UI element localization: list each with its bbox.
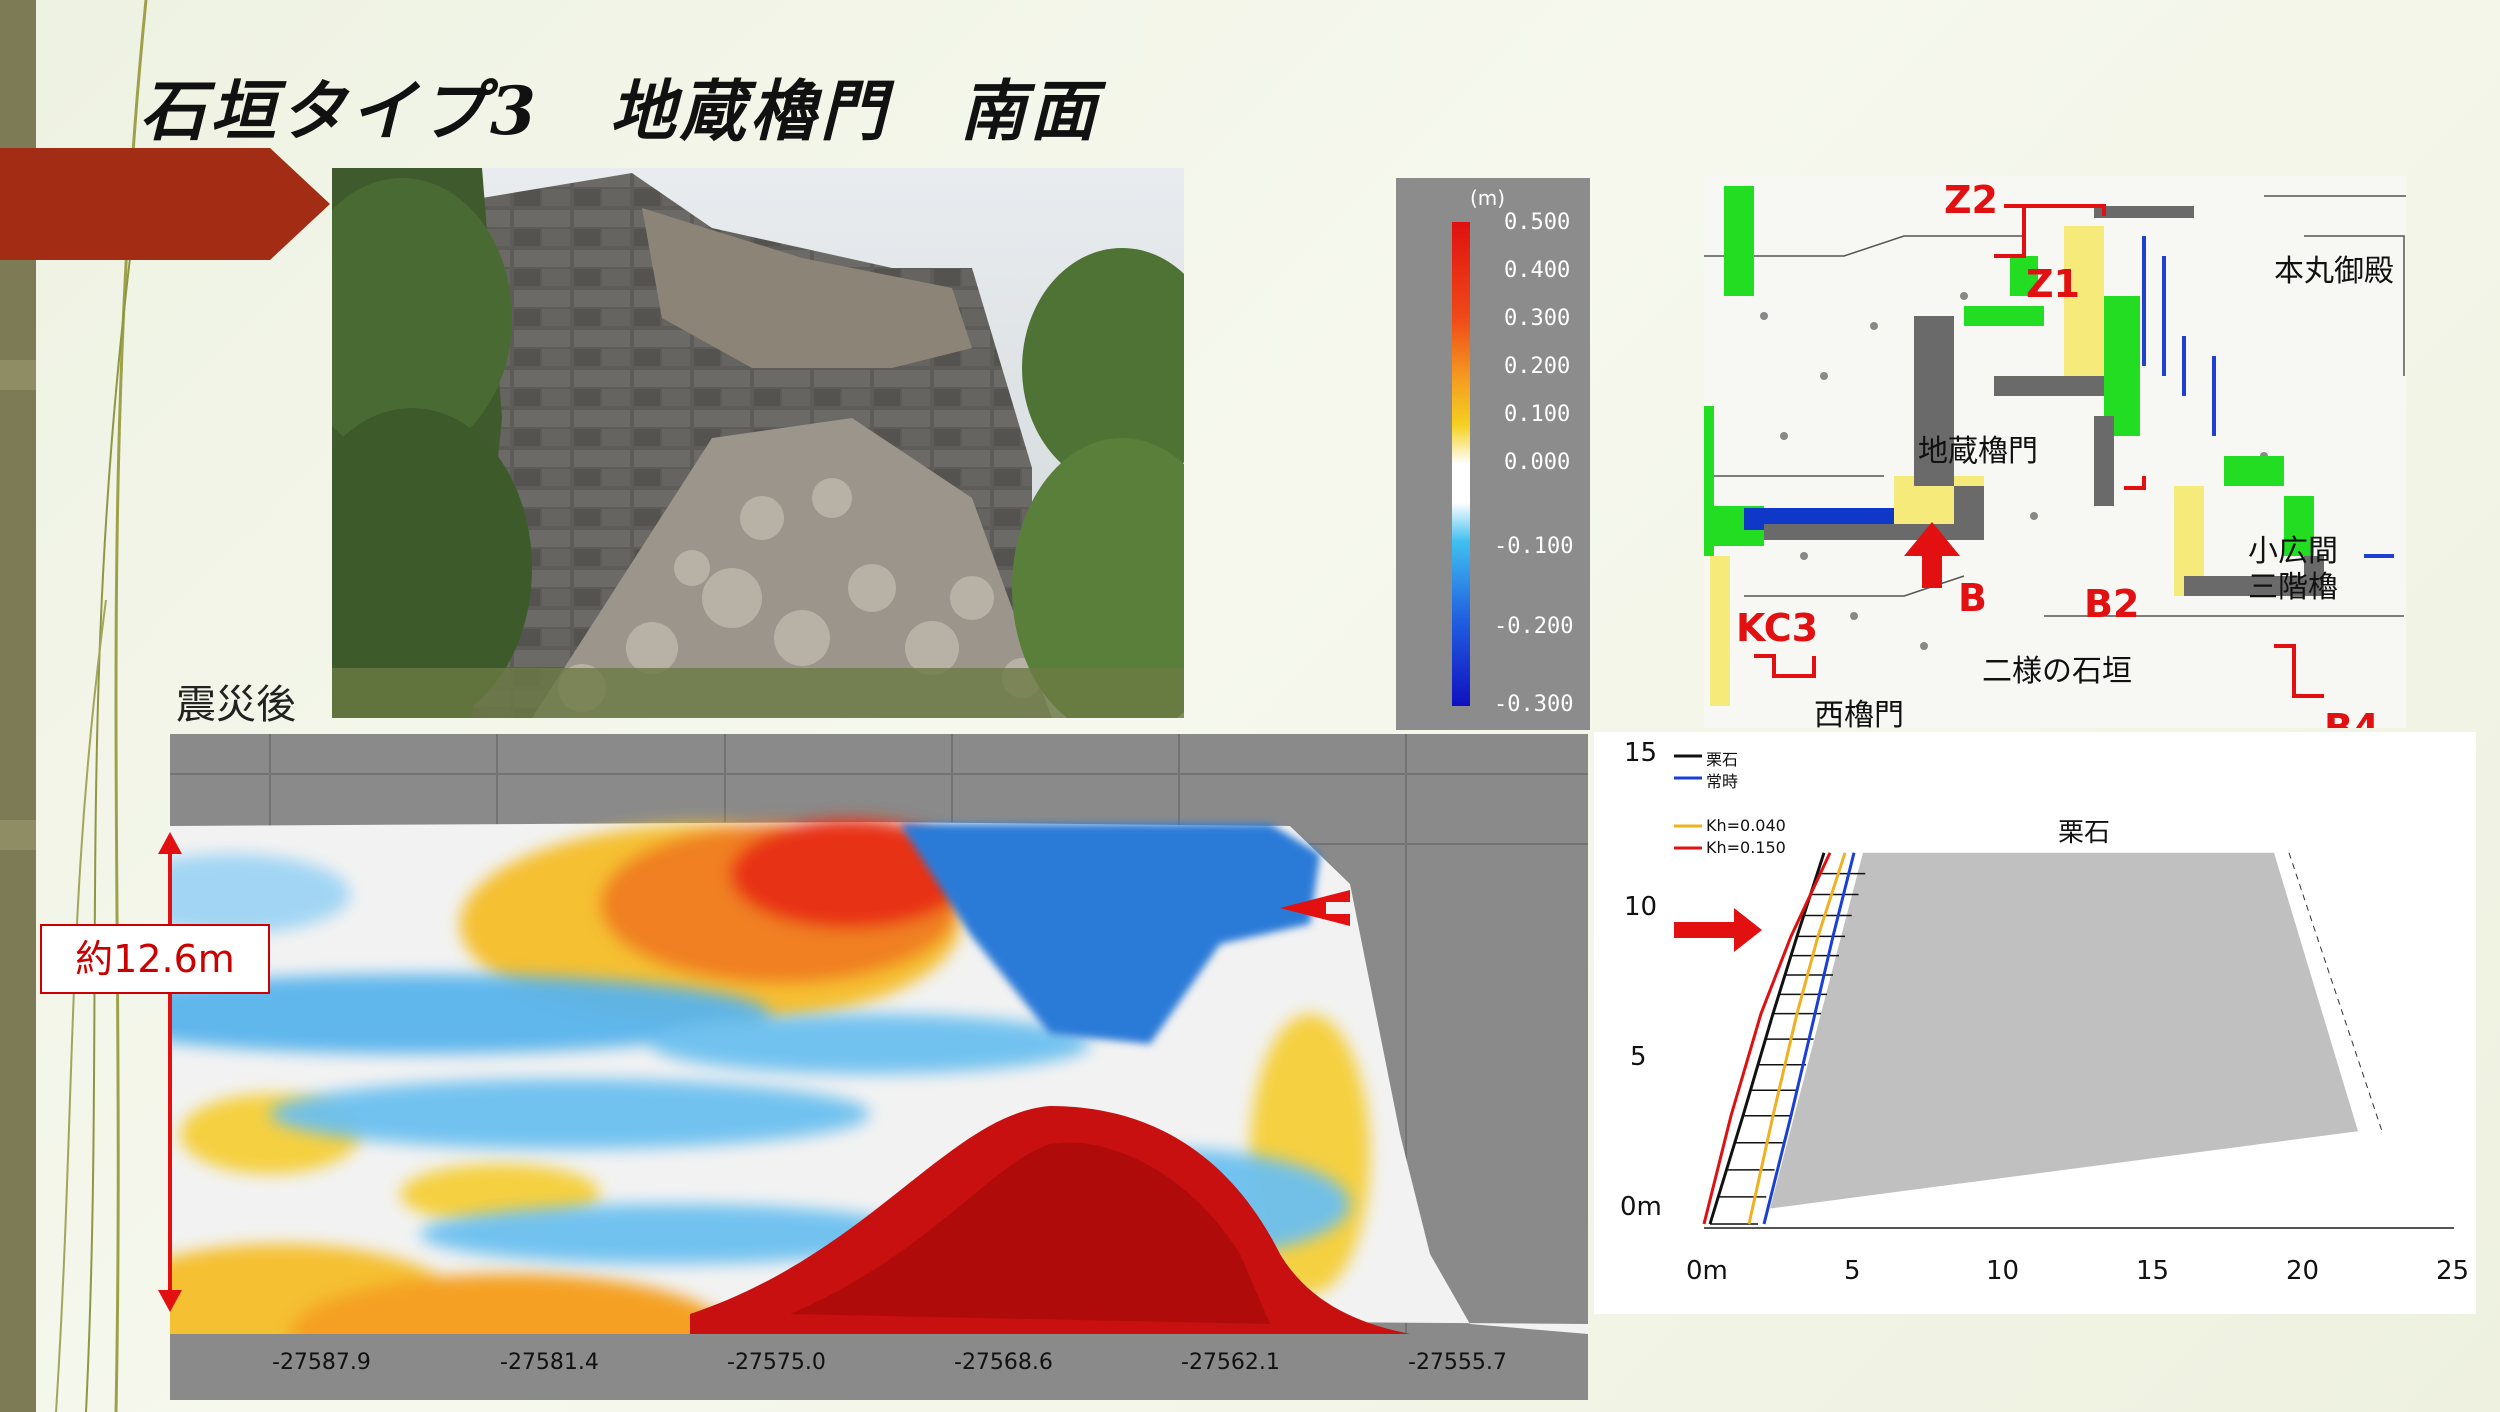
left-decor-stripe [0, 820, 36, 850]
x-tick-label: 5 [1844, 1256, 1861, 1286]
load-direction-arrow [1674, 908, 1762, 952]
x-tick-label: 15 [2136, 1256, 2170, 1286]
left-decor-stripe [0, 360, 36, 390]
map-label: 二様の石垣 [1982, 654, 2132, 689]
color-scale-label: 0.200 [1504, 354, 1571, 379]
photo-caption: 震災後 [176, 682, 296, 728]
fill-region [1770, 852, 2358, 1209]
collapse-photo [332, 168, 1184, 718]
map-section-code: B2 [2084, 582, 2140, 626]
x-tick-label: 0m [1686, 1256, 1728, 1286]
section-arrow-shape [0, 148, 330, 260]
cross-section-chart: 15 10 5 0m 0m 5 10 15 20 25 栗石 栗石 常時 Kh=… [1594, 732, 2476, 1314]
color-scale-unit: (m) [1470, 186, 1506, 210]
y-tick-label: 10 [1624, 892, 1658, 922]
map-label: 三階櫓 [2248, 570, 2338, 605]
x-tick-label: -27575.0 [727, 1350, 826, 1375]
map-label: 地蔵櫓門 [1918, 434, 2038, 469]
x-tick-label: 20 [2286, 1256, 2320, 1286]
legend-entry: Kh=0.150 [1706, 838, 1786, 857]
x-tick-label: -27555.7 [1408, 1350, 1507, 1375]
legend-entry: 栗石 [1706, 750, 1739, 769]
legend-entry: 常時 [1706, 772, 1739, 791]
x-tick-label: -27562.1 [1181, 1350, 1280, 1375]
map-section-code: Z1 [2026, 262, 2080, 306]
height-dimension-label: 約12.6m [40, 924, 270, 994]
x-tick-label: 10 [1986, 1256, 2020, 1286]
height-dimension-arrow [158, 832, 182, 1312]
color-scale-label: 0.000 [1504, 450, 1571, 475]
x-tick-label: 25 [2436, 1256, 2470, 1286]
fill-annotation: 栗石 [2058, 818, 2111, 848]
color-scale-label: 0.100 [1504, 402, 1571, 427]
x-tick-label: -27581.4 [500, 1350, 599, 1375]
slide-title: 石垣タイプ3 地蔵櫓門 南面 [140, 72, 1100, 150]
color-scale-label: 0.500 [1504, 210, 1571, 235]
legend-entry: Kh=0.040 [1706, 816, 1786, 835]
x-tick-label: -27587.9 [272, 1350, 371, 1375]
y-tick-label: 15 [1624, 738, 1658, 768]
map-label: 西櫓門 [1814, 698, 1904, 728]
site-map: 本丸御殿 地蔵櫓門 小広間 三階櫓 二様の石垣 西櫓門 Z2 Z1 B B2 K… [1704, 176, 2406, 728]
deformation-view: -27587.9 -27581.4 -27575.0 -27568.6 -275… [170, 734, 1588, 1400]
y-tick-label: 5 [1630, 1042, 1647, 1072]
map-section-code: KC3 [1736, 606, 1819, 650]
map-label: 本丸御殿 [2274, 254, 2394, 289]
color-scale-label: -0.300 [1494, 692, 1574, 717]
color-scale-bar [1452, 222, 1470, 706]
color-scale-label: 0.300 [1504, 306, 1571, 331]
color-scale-label: -0.200 [1494, 614, 1574, 639]
map-section-code: B [1958, 576, 1987, 620]
y-tick-label: 0m [1620, 1192, 1662, 1222]
map-section-code: B4 [2324, 706, 2380, 728]
x-tick-label: -27568.6 [954, 1350, 1053, 1375]
color-scale-label: -0.100 [1494, 534, 1574, 559]
map-section-code: Z2 [1944, 178, 1998, 222]
color-scale-label: 0.400 [1504, 258, 1571, 283]
